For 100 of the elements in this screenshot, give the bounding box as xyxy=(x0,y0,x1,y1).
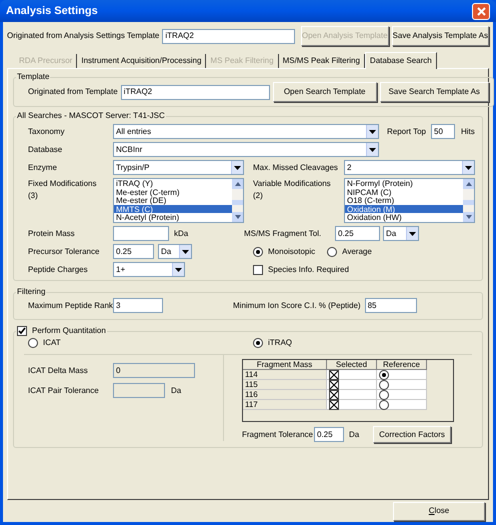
label: Species Info. Required xyxy=(268,264,349,276)
radio-button[interactable] xyxy=(327,246,338,256)
list-item[interactable]: O18 (C-term) xyxy=(345,196,463,205)
label: Da xyxy=(171,384,182,396)
text-field[interactable]: iTRAQ2 xyxy=(162,28,295,44)
label: Maximum Peptide Rank xyxy=(28,300,113,312)
text-field[interactable]: 3 xyxy=(113,298,163,313)
text-field[interactable]: iTRAQ2 xyxy=(120,84,270,100)
caret-icon xyxy=(175,268,182,272)
window-title: Analysis Settings xyxy=(6,4,98,19)
scrollbar-thumb[interactable] xyxy=(463,200,474,205)
dropdown[interactable]: NCBInr xyxy=(113,142,379,157)
text-field[interactable]: 0.25 xyxy=(113,244,154,259)
down-arrow-icon xyxy=(466,215,472,219)
label: Perform Quantitation xyxy=(32,325,106,337)
checkbox[interactable] xyxy=(17,326,27,336)
dropdown[interactable]: Trypsin/P xyxy=(113,160,244,175)
label: Fragment Tolerance xyxy=(242,428,314,440)
down-arrow-icon xyxy=(234,215,240,219)
label: Peptide Charges xyxy=(28,264,89,276)
group-title: All Searches - MASCOT Server: T41-JSC xyxy=(17,111,165,120)
button[interactable]: Open Search Template xyxy=(272,82,377,102)
label: ICAT xyxy=(43,337,61,349)
group-title: Template xyxy=(17,72,50,81)
label: kDa xyxy=(174,228,190,240)
radio-button[interactable] xyxy=(253,338,263,348)
table-cell: 115 xyxy=(243,380,327,390)
label: Enzyme xyxy=(28,162,58,174)
tab[interactable]: Database Search xyxy=(364,52,437,69)
dropdown[interactable]: Da xyxy=(158,244,192,259)
button[interactable]: Save Search Template As xyxy=(380,82,489,102)
label: Database xyxy=(28,144,64,156)
label: (3) xyxy=(28,190,39,202)
checkbox[interactable] xyxy=(329,380,339,390)
list-item[interactable]: Me-ester (DE) xyxy=(114,196,232,205)
label: Originated from Template xyxy=(28,86,118,98)
dropdown[interactable]: All entries xyxy=(113,124,379,139)
caret-icon xyxy=(409,232,416,236)
label: (2) xyxy=(253,190,264,202)
list-item[interactable]: NIPCAM (C) xyxy=(345,188,463,196)
dropdown[interactable]: Da xyxy=(383,226,419,241)
text-field[interactable]: 0.25 xyxy=(335,226,380,241)
dropdown[interactable]: 2 xyxy=(344,160,475,175)
caret-icon xyxy=(369,148,376,152)
list-box[interactable]: iTRAQ (Y) Me-ester (C-term) Me-ester (DE) MMTS (C) N-Acetyl (Protein) xyxy=(113,178,244,223)
label: Max. Missed Cleavages xyxy=(253,162,339,174)
text-field[interactable]: 50 xyxy=(431,124,455,139)
radio-button[interactable] xyxy=(28,338,38,348)
label: Report Top xyxy=(387,126,427,138)
text-field[interactable]: 85 xyxy=(364,298,417,313)
checkbox[interactable] xyxy=(253,264,263,274)
list-item[interactable]: N-Acetyl (Protein) xyxy=(114,213,232,222)
label: Average xyxy=(342,246,372,258)
up-arrow-icon xyxy=(466,182,472,186)
radio-button[interactable] xyxy=(379,390,389,400)
close-button[interactable]: Close xyxy=(393,502,485,520)
list-item[interactable]: Me-ester (C-term) xyxy=(114,188,232,196)
text-field[interactable] xyxy=(113,226,169,241)
scrollbar[interactable] xyxy=(232,179,243,222)
column-header: Selected xyxy=(327,360,377,370)
button[interactable]: Correction Factors xyxy=(373,426,451,443)
list-item[interactable]: Oxidation (HW) xyxy=(345,213,463,222)
checkbox[interactable] xyxy=(329,400,339,410)
caret-icon xyxy=(465,166,472,170)
tab[interactable]: Instrument Acquisition/Processing xyxy=(77,54,206,68)
text-field[interactable]: 0.25 xyxy=(314,427,344,442)
scrollbar-thumb[interactable] xyxy=(232,200,243,205)
list-item[interactable]: Oxidation (M) xyxy=(345,204,463,214)
column-header: Reference xyxy=(377,360,427,370)
label: ICAT Pair Tolerance xyxy=(28,384,100,396)
list-item[interactable]: MMTS (C) xyxy=(114,204,232,214)
checkbox[interactable] xyxy=(329,370,339,380)
list-box[interactable]: N-Formyl (Protein) NIPCAM (C) O18 (C-term) Oxidation (M) Oxidation (HW) xyxy=(344,178,475,223)
label: Precursor Tolerance xyxy=(28,246,100,258)
label: iTRAQ xyxy=(268,337,292,349)
up-arrow-icon xyxy=(234,182,240,186)
close-icon xyxy=(476,6,486,16)
close-button[interactable] xyxy=(472,2,490,20)
radio-button[interactable] xyxy=(253,246,263,256)
table-cell: 114 xyxy=(243,370,327,380)
list-item[interactable]: iTRAQ (Y) xyxy=(114,179,232,188)
dropdown[interactable]: 1+ xyxy=(113,262,185,277)
label: Da xyxy=(349,428,360,440)
list-item[interactable]: N-Formyl (Protein) xyxy=(345,179,463,188)
scrollbar[interactable] xyxy=(463,179,474,222)
table-cell: 116 xyxy=(243,390,327,400)
table-cell: 117 xyxy=(243,400,327,410)
radio-button[interactable] xyxy=(379,370,389,380)
label: Variable Modifications xyxy=(253,178,332,190)
button[interactable]: Save Analysis Template As xyxy=(392,26,489,46)
checkbox[interactable] xyxy=(329,390,339,400)
label: MS/MS Fragment Tol. xyxy=(244,228,322,240)
label: Protein Mass xyxy=(28,228,76,240)
radio-button[interactable] xyxy=(379,380,389,390)
caret-icon xyxy=(234,166,241,170)
group-title: Filtering xyxy=(17,287,46,296)
radio-button[interactable] xyxy=(379,400,389,410)
label: ICAT Delta Mass xyxy=(28,364,89,376)
column-header: Fragment Mass xyxy=(243,360,327,370)
label: Monoisotopic xyxy=(268,246,316,258)
